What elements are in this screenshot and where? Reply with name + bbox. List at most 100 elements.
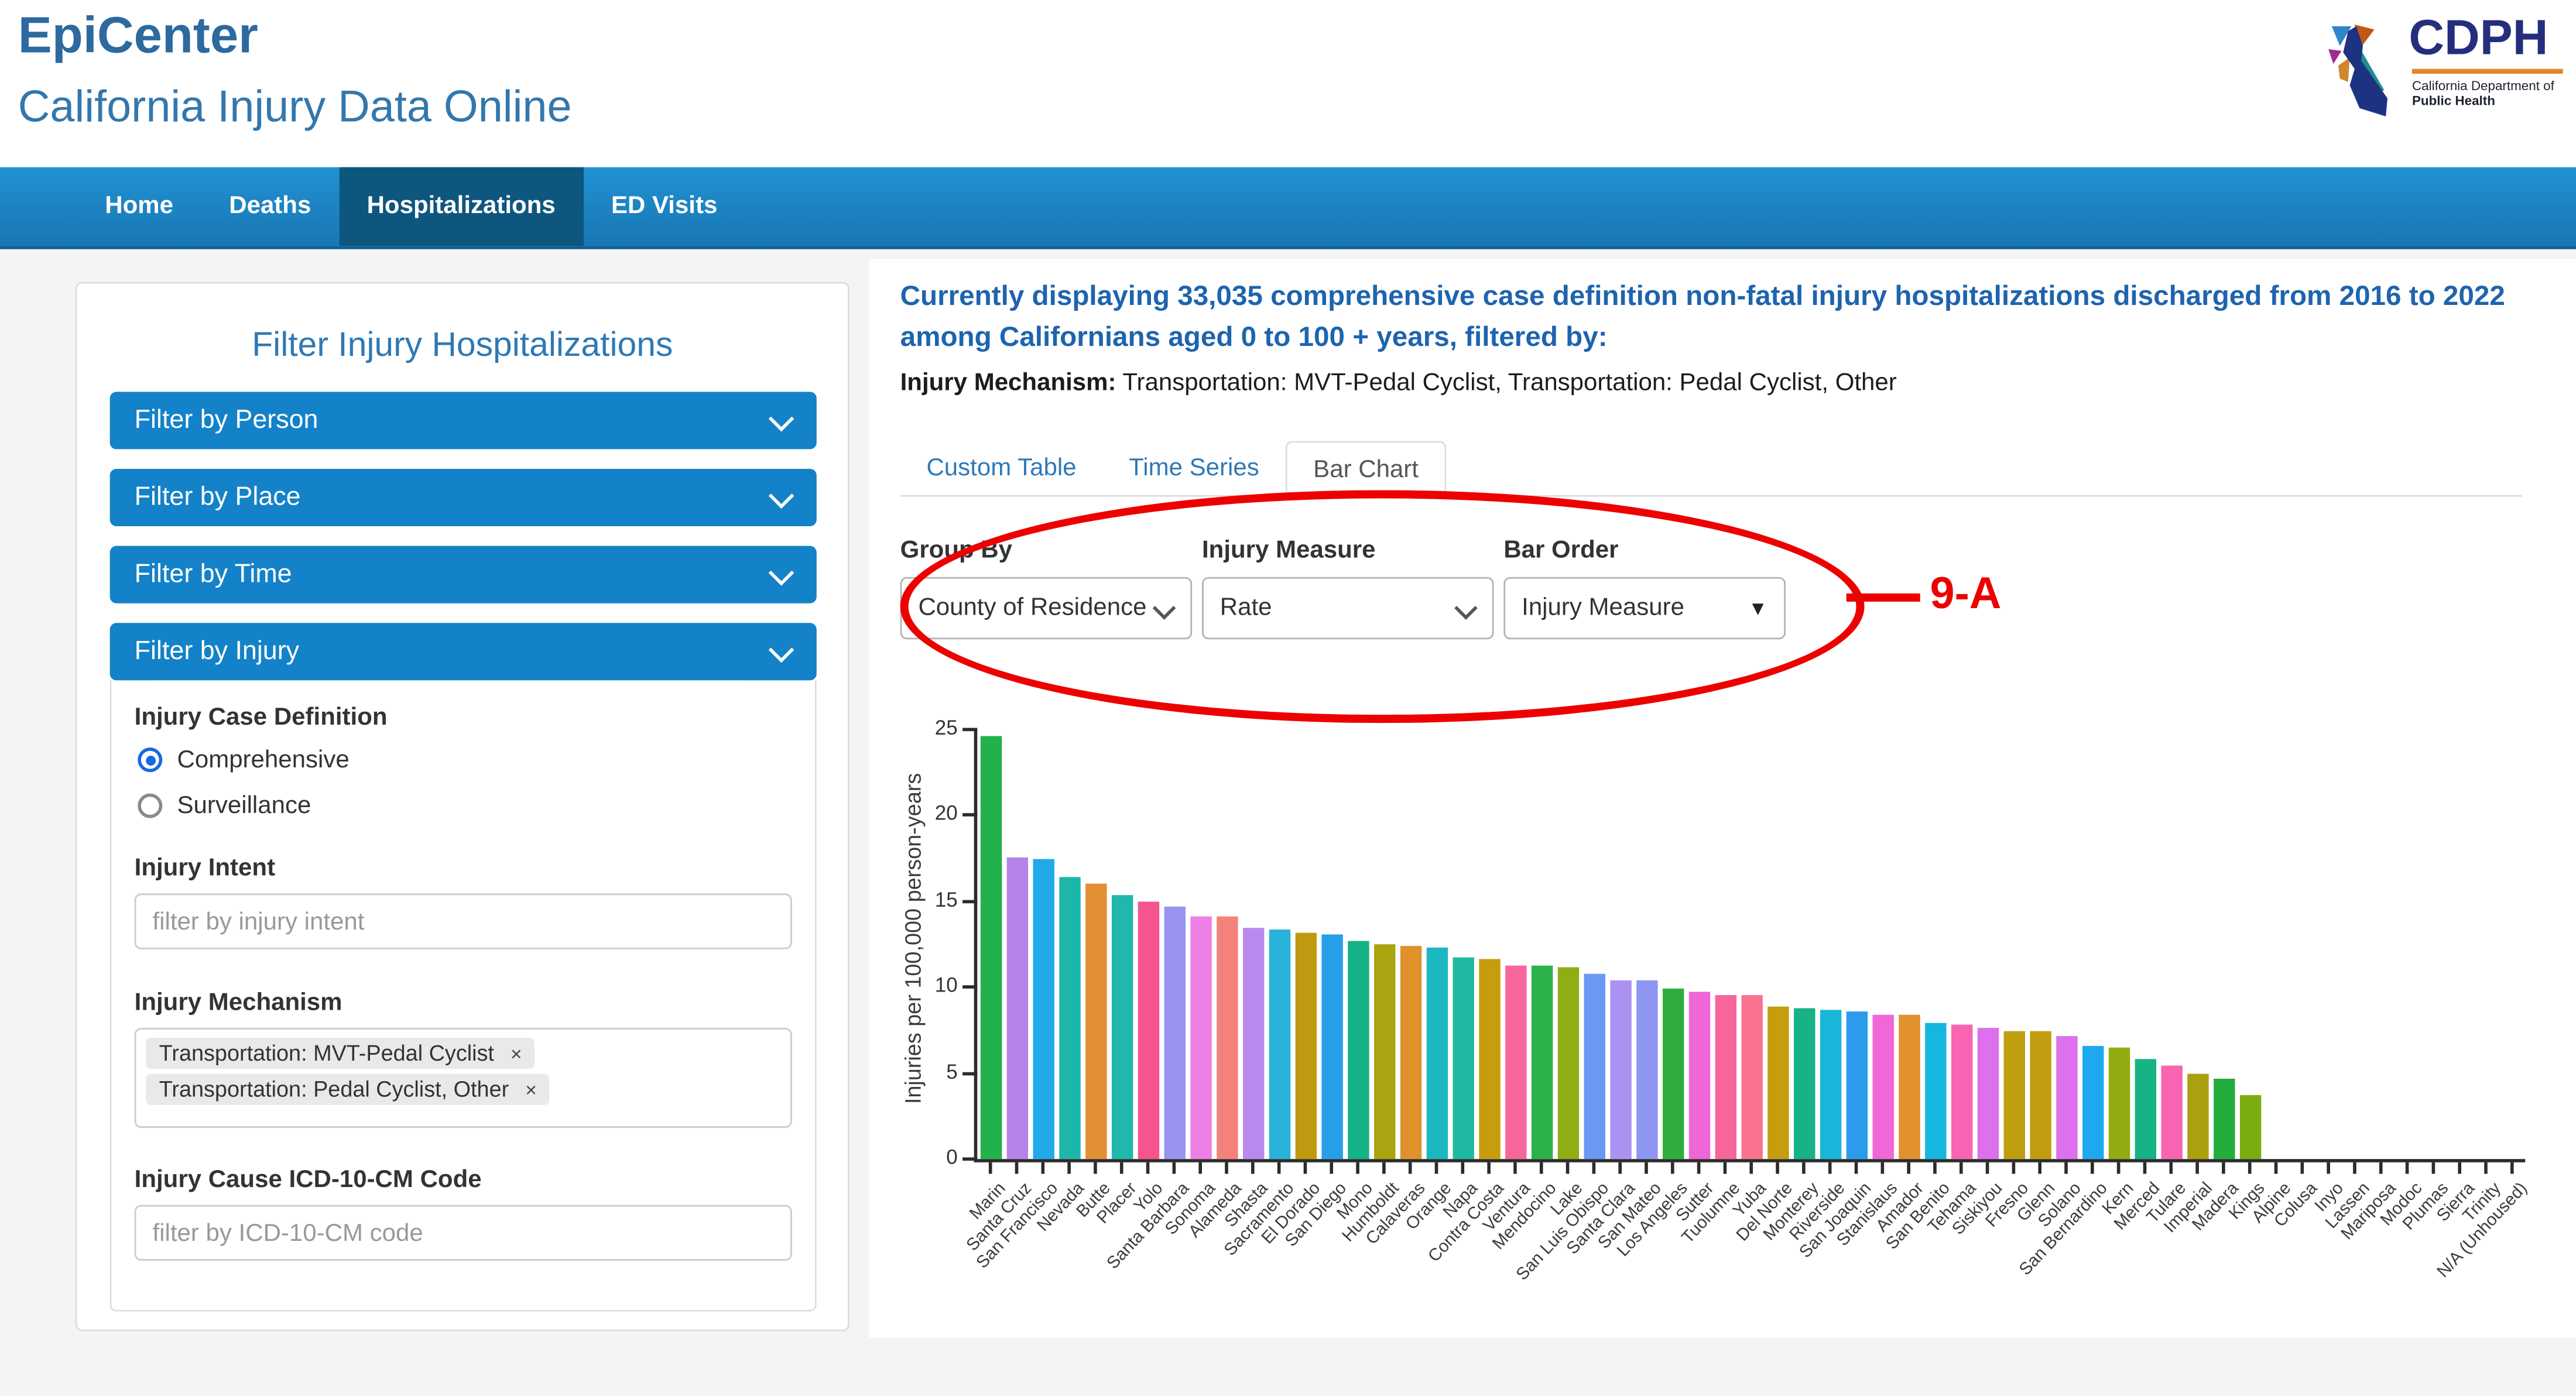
accordion-filter-by-time[interactable]: Filter by Time	[110, 546, 817, 603]
x-axis-tick	[1409, 1162, 1412, 1174]
x-axis-tick	[1907, 1162, 1910, 1174]
x-axis-tick	[1461, 1162, 1465, 1174]
x-axis-tick	[2458, 1162, 2461, 1174]
bar-san-francisco	[1032, 859, 1053, 1160]
remove-tag-icon[interactable]: ×	[511, 1042, 522, 1065]
accordion-label: Filter by Injury	[135, 638, 299, 666]
bar-glenn	[2029, 1032, 2050, 1159]
selected-value: County of Residence	[918, 594, 1146, 622]
x-axis-tick	[1094, 1162, 1097, 1174]
bar-fresno	[2003, 1032, 2024, 1159]
x-axis-tick	[2169, 1162, 2173, 1174]
bar-san-luis-obispo	[1583, 973, 1604, 1159]
bar-shasta	[1242, 927, 1263, 1159]
x-axis-tick	[2327, 1162, 2330, 1174]
bar-los-angeles	[1662, 989, 1683, 1160]
logo-org-line2: Public Health	[2412, 94, 2563, 108]
view-tabs: Custom TableTime SeriesBar Chart	[900, 441, 1447, 496]
injury-mechanism-multiselect[interactable]: Transportation: MVT-Pedal Cyclist× Transp…	[135, 1028, 792, 1128]
injury-intent-label: Injury Intent	[135, 854, 275, 882]
y-axis-tick-label: 25	[902, 716, 957, 739]
y-axis-tick	[962, 986, 977, 989]
y-axis-tick	[962, 1157, 977, 1161]
bar-sonoma	[1190, 917, 1211, 1159]
radio-label: Comprehensive	[177, 746, 349, 774]
accordion-filter-by-person[interactable]: Filter by Person	[110, 392, 817, 449]
x-axis-tick	[2091, 1162, 2094, 1174]
x-axis-tick	[1304, 1162, 1307, 1174]
chevron-down-icon	[769, 483, 794, 509]
remove-tag-icon[interactable]: ×	[525, 1078, 537, 1101]
app-subtitle: California Injury Data Online	[18, 82, 572, 133]
mechanism-tag: Transportation: MVT-Pedal Cyclist×	[146, 1038, 535, 1069]
injury-measure-select[interactable]: Rate	[1202, 577, 1494, 639]
nav-item-home[interactable]: Home	[77, 167, 201, 246]
x-axis-tick	[1697, 1162, 1701, 1174]
bar-order-select[interactable]: Injury Measure▼	[1503, 577, 1786, 639]
applied-filter-label: Injury Mechanism:	[900, 369, 1116, 397]
x-axis-tick	[2012, 1162, 2016, 1174]
x-axis-tick	[2379, 1162, 2383, 1174]
x-axis-tick	[1120, 1162, 1123, 1174]
bar-amador	[1898, 1015, 1919, 1160]
x-axis-tick	[1881, 1162, 1885, 1174]
bar-nevada	[1059, 877, 1080, 1159]
nav-item-ed-visits[interactable]: ED Visits	[583, 167, 745, 246]
icd-code-input[interactable]	[135, 1205, 792, 1261]
bar-orange	[1426, 948, 1447, 1159]
x-axis-tick	[1435, 1162, 1438, 1174]
app-title: EpiCenter	[18, 6, 258, 66]
group-by-label: Group By	[900, 536, 1193, 564]
injury-intent-input[interactable]	[135, 893, 792, 949]
bar-yuba	[1741, 996, 1762, 1159]
y-axis-tick	[962, 900, 977, 903]
radio-option-surveillance[interactable]: Surveillance	[138, 792, 311, 820]
injury-mechanism-label: Injury Mechanism	[135, 989, 342, 1017]
applied-filter-value: Transportation: MVT-Pedal Cyclist, Trans…	[1116, 369, 1897, 397]
y-axis-tick-label: 0	[902, 1146, 957, 1169]
radio-unselected-icon[interactable]	[138, 794, 162, 818]
nav-item-deaths[interactable]: Deaths	[201, 167, 339, 246]
bar-riverside	[1819, 1010, 1840, 1159]
bar-imperial	[2187, 1073, 2208, 1159]
accordion-label: Filter by Time	[135, 561, 292, 589]
bar-alameda	[1216, 917, 1237, 1159]
bar-tuolumne	[1714, 996, 1735, 1159]
x-axis-tick	[1356, 1162, 1359, 1174]
bar-tulare	[2160, 1066, 2181, 1159]
x-axis-tick	[1330, 1162, 1333, 1174]
annotation-label: 9-A	[1930, 569, 2002, 620]
bar-ventura	[1505, 965, 1526, 1159]
x-axis-tick	[1067, 1162, 1071, 1174]
tab-custom-table[interactable]: Custom Table	[900, 441, 1103, 496]
y-axis-title: Injuries per 100,000 person-years	[901, 709, 926, 1168]
y-axis-tick-label: 5	[902, 1060, 957, 1083]
filter-panel: Filter Injury Hospitalizations Filter by…	[76, 282, 849, 1332]
bar-kings	[2239, 1096, 2260, 1160]
accordion-filter-by-place[interactable]: Filter by Place	[110, 469, 817, 526]
chevron-down-icon	[1153, 596, 1176, 620]
accordion-filter-by-injury[interactable]: Filter by Injury	[110, 623, 817, 680]
x-axis-tick	[2274, 1162, 2278, 1174]
x-axis-tick	[2510, 1162, 2514, 1174]
nav-item-hospitalizations[interactable]: Hospitalizations	[339, 167, 583, 246]
bar-stanislaus	[1872, 1015, 1893, 1160]
radio-selected-icon[interactable]	[138, 747, 162, 772]
y-axis-tick-label: 15	[902, 888, 957, 911]
tab-bar-chart[interactable]: Bar Chart	[1286, 441, 1447, 496]
group-by-select[interactable]: County of Residence	[900, 577, 1193, 639]
x-axis-tick	[1487, 1162, 1491, 1174]
radio-option-comprehensive[interactable]: Comprehensive	[138, 746, 349, 774]
x-axis-tick	[2353, 1162, 2356, 1174]
x-axis-tick	[1724, 1162, 1727, 1174]
chevron-down-icon	[1454, 596, 1478, 620]
bar-kern	[2108, 1047, 2129, 1159]
x-axis-tick	[2222, 1162, 2225, 1174]
x-axis-tick	[1855, 1162, 1858, 1174]
tab-time-series[interactable]: Time Series	[1102, 441, 1285, 496]
mechanism-tag: Transportation: Pedal Cyclist, Other×	[146, 1074, 550, 1105]
y-axis-tick	[962, 1072, 977, 1075]
bar-madera	[2213, 1078, 2234, 1159]
radio-label: Surveillance	[177, 792, 311, 820]
bar-del-norte	[1767, 1006, 1788, 1159]
